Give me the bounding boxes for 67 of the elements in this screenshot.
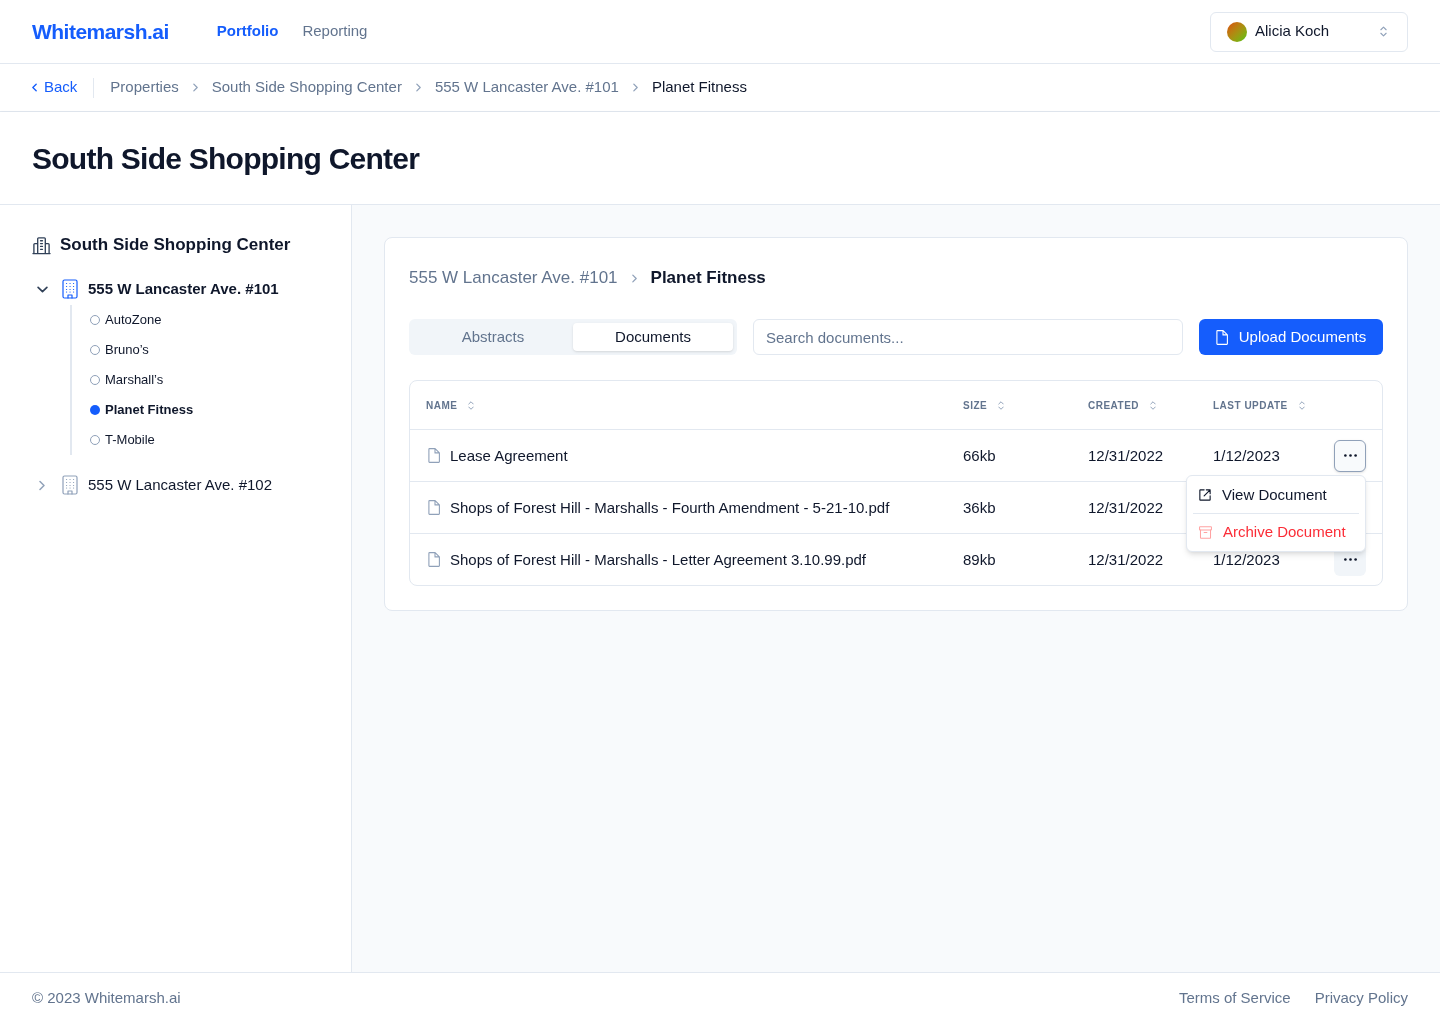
menu-item[interactable]: Archive Document [1191,515,1361,549]
sort-icon [1298,400,1305,410]
nav-link[interactable]: Portfolio [216,20,279,43]
table-cell: Shops of Forest Hill - Marshalls - Letter Agreement 3.10.99.pdf [450,551,867,568]
tab[interactable]: Abstracts [413,323,573,351]
tree-item[interactable]: Planet Fitness [105,400,194,420]
chevron-right-icon [631,273,637,283]
column-header[interactable]: LAST UPDATE [1213,397,1305,413]
menu-item[interactable]: View Document [1191,478,1361,512]
table-cell: 1/12/2023 [1213,447,1280,464]
tab[interactable]: Documents [573,323,733,351]
column-header[interactable]: CREATED [1088,397,1157,413]
breadcrumb-link[interactable]: 555 W Lancaster Ave. #101 [409,265,618,291]
tree-item[interactable]: 555 W Lancaster Ave. #101 [88,277,279,301]
buildings-icon [32,235,51,255]
chevron-left-icon [32,83,37,92]
breadcrumb-current: Planet Fitness [650,267,766,290]
table-cell: 12/31/2022 [1088,499,1164,516]
avatar [1227,21,1247,42]
page-title: South Side Shopping Center [32,140,420,177]
table-cell: 89kb [963,551,996,568]
table-cell: 66kb [963,447,996,464]
breadcrumb-link[interactable]: South Side Shopping Center [211,76,402,99]
box-arrow-icon [1199,489,1211,501]
building-icon [62,475,78,495]
breadcrumb-link[interactable]: Properties [110,76,179,99]
footer-link[interactable]: Terms of Service [1178,987,1291,1010]
nav-link[interactable]: Reporting [302,20,368,43]
user-menu-button[interactable]: Alicia Koch [1210,11,1408,52]
copyright-text: © 2023 Whitemarsh.ai [32,988,181,1009]
table-cell: 12/31/2022 [1088,551,1164,568]
file-icon [428,448,440,463]
tree-item[interactable]: Bruno’s [105,340,149,360]
more-icon [1343,558,1357,561]
logo[interactable]: Whitemarsh.ai [32,15,169,48]
table-cell: 12/31/2022 [1088,447,1164,464]
sort-icon [998,400,1005,410]
chevron-right-icon [632,83,638,92]
tree-item[interactable]: T-Mobile [105,430,155,450]
search-field[interactable]: Search documents... [753,319,1183,355]
archive-icon [1199,525,1212,539]
building-icon [62,279,78,299]
tree-item[interactable]: Marshall’s [105,370,164,390]
more-icon [1343,454,1357,457]
sort-icon [1150,400,1157,410]
tree-item[interactable]: AutoZone [105,310,162,330]
sort-icon [468,400,475,410]
file-icon [428,500,440,515]
file-icon [1215,329,1228,345]
row-actions-button[interactable] [1334,439,1366,472]
table-cell: Lease Agreement [450,447,568,464]
upload-button[interactable]: Upload Documents [1199,319,1383,355]
footer-link[interactable]: Privacy Policy [1314,987,1408,1010]
column-header[interactable]: SIZE [963,397,1005,413]
table-cell: 36kb [963,499,996,516]
file-icon [428,552,440,567]
table-cell: Shops of Forest Hill - Marshalls - Fourth Amendment - 5-21-10.pdf [450,499,890,516]
tree-item[interactable]: 555 W Lancaster Ave. #102 [88,473,272,497]
column-header[interactable]: NAME [426,397,475,413]
chevron-right-icon [415,83,421,92]
breadcrumb-link[interactable]: 555 W Lancaster Ave. #101 [434,76,619,99]
chevron-right-icon [192,83,198,92]
sidebar-title: South Side Shopping Center [60,234,291,257]
chevron-up-down-icon [1380,26,1387,37]
back-link[interactable]: Back [32,76,78,99]
table-cell: 1/12/2023 [1213,551,1280,568]
breadcrumb-current: Planet Fitness [651,77,747,98]
